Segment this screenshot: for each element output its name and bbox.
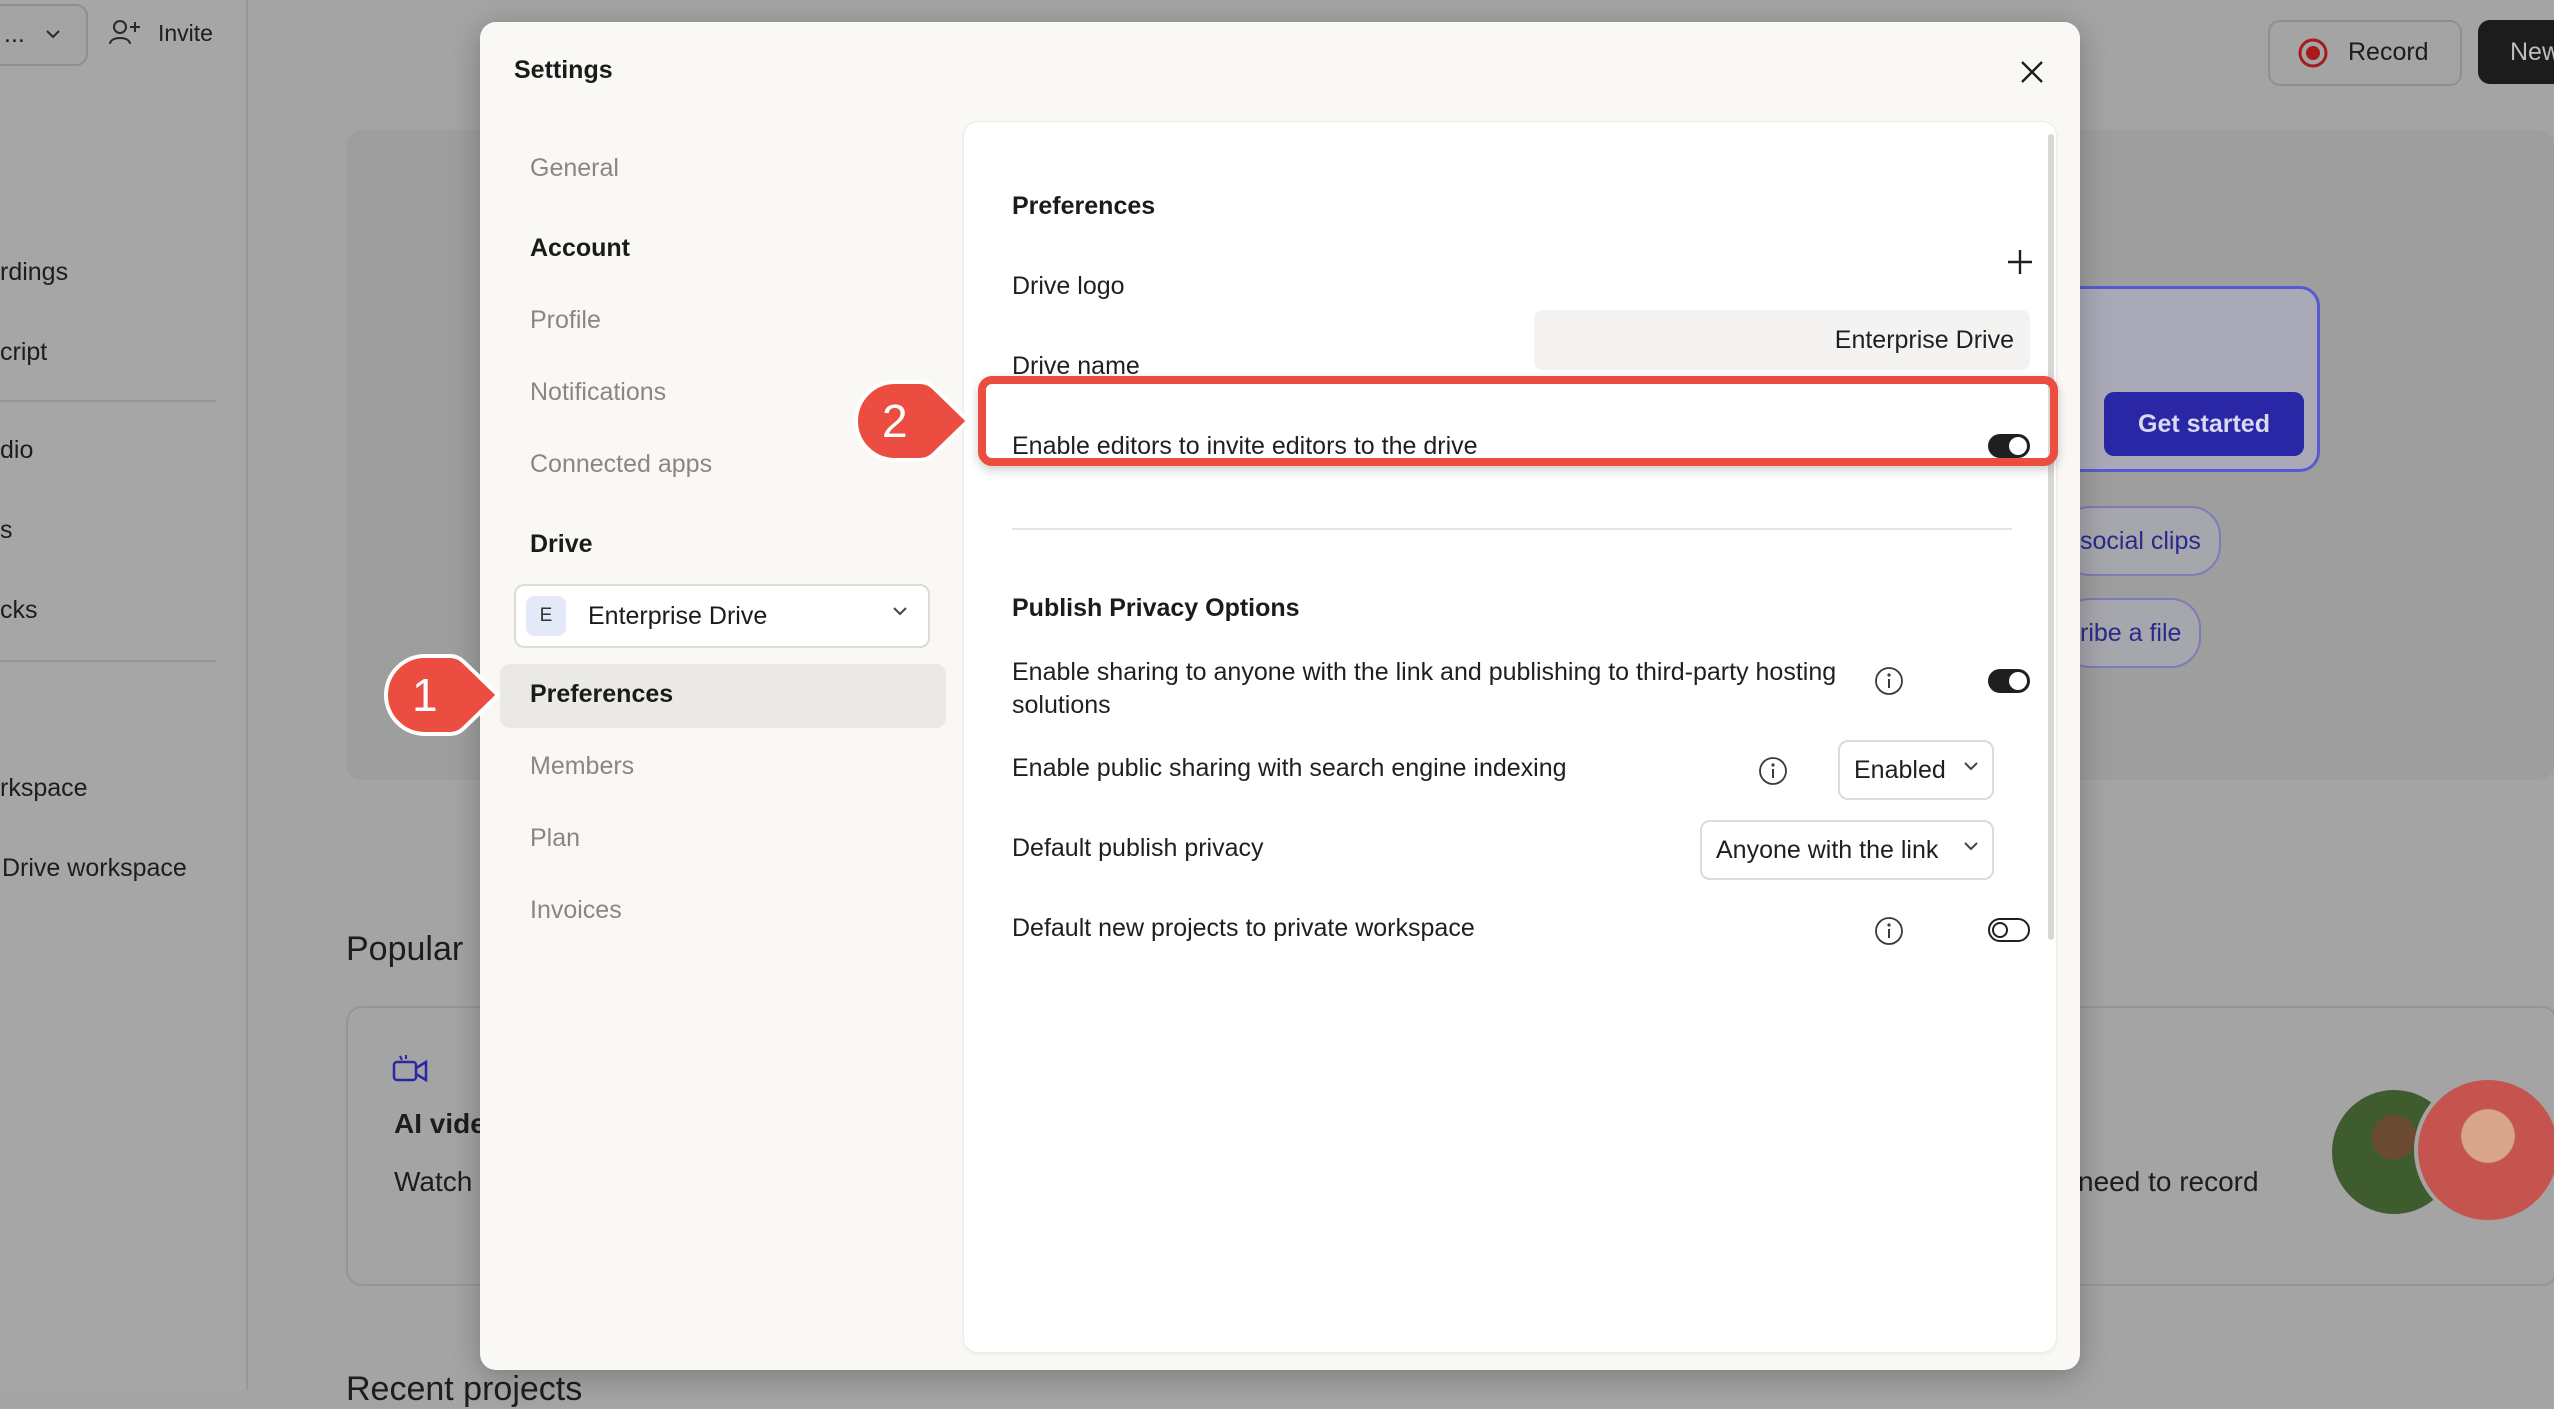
close-icon [2021,61,2043,83]
chevron-down-icon [893,607,907,616]
nav-notifications[interactable]: Notifications [530,378,666,407]
nav-members[interactable]: Members [530,752,634,781]
sidebar-item-transcript[interactable]: cript [0,338,47,367]
search-indexing-label: Enable public sharing with search engine… [1012,754,1567,782]
nav-account-heading: Account [530,234,630,262]
plus-icon [2008,250,2032,274]
drive-selector[interactable]: E Enterprise Drive [514,584,930,648]
nav-drive-heading: Drive [530,530,593,558]
preferences-panel: Preferences Drive logo Drive name Enable… [964,122,2056,1352]
annotation-number-1: 1 [412,669,438,721]
sharing-link-label: Enable sharing to anyone with the link a… [1012,658,1837,719]
search-indexing-select[interactable]: Enabled [1838,740,1994,800]
info-icon[interactable] [1874,916,1904,946]
info-icon[interactable] [1874,666,1904,696]
settings-modal: Settings General Account Profile Notific… [480,22,2080,1370]
section-divider [1012,528,2012,530]
add-user-icon [109,20,140,45]
drive-selector-label: Enterprise Drive [588,601,768,630]
search-indexing-value: Enabled [1854,755,1946,784]
sidebar-item-workspace[interactable]: rkspace [0,774,88,803]
nav-profile[interactable]: Profile [530,306,601,335]
default-privacy-value: Anyone with the link [1716,835,1939,864]
sidebar-item-s[interactable]: s [0,516,13,545]
invite-button[interactable]: Invite [108,14,228,54]
nav-plan[interactable]: Plan [530,824,580,853]
drive-logo-label: Drive logo [1012,272,1125,300]
background-sidebar [0,0,248,1390]
workspace-switcher-label: ... [4,20,25,48]
annotation-marker-2 [854,380,971,462]
avatar [2414,1076,2554,1224]
record-button[interactable]: Record [2268,20,2462,86]
publish-privacy-heading: Publish Privacy Options [1012,594,1300,622]
private-workspace-label: Default new projects to private workspac… [1012,914,1475,942]
chevron-down-icon [1964,842,1978,851]
chip-transcribe-file[interactable]: ribe a file [2060,598,2202,668]
annotation-number-2: 2 [882,395,908,447]
default-privacy-select[interactable]: Anyone with the link [1700,820,1994,880]
drive-badge: E [526,596,566,636]
preferences-heading: Preferences [1012,192,1156,220]
private-workspace-toggle[interactable] [1988,918,2030,942]
card-title: AI vide [394,1108,486,1139]
sidebar-item-drive-workspace[interactable]: Drive workspace [2,854,187,883]
popular-heading: Popular [346,930,464,968]
sidebar-item-tracks[interactable]: cks [0,596,38,625]
nav-general[interactable]: General [530,154,619,183]
sidebar-item-studio[interactable]: dio [0,436,33,465]
new-label: New [2510,38,2554,66]
drive-name-input[interactable] [1534,310,2030,370]
ai-video-icon [392,1055,428,1083]
sidebar-item-recordings[interactable]: rdings [0,258,68,287]
workspace-switcher[interactable]: ... [0,4,88,66]
chip-social-clips[interactable]: social clips [2060,506,2221,576]
record-label: Record [2348,38,2429,66]
chevron-down-icon [1964,762,1978,771]
chevron-down-icon [46,30,60,39]
new-button[interactable]: New [2478,20,2554,84]
sharing-link-toggle[interactable] [1988,669,2030,693]
card-right-text: need to record [2078,1166,2259,1197]
record-icon [2298,38,2328,68]
info-icon[interactable] [1758,756,1788,786]
panel-scrollbar[interactable] [2048,134,2054,940]
sidebar-divider-2 [0,660,216,662]
annotation-marker-1 [384,654,501,736]
modal-title: Settings [514,56,613,84]
close-button[interactable] [2010,50,2054,94]
annotation-highlight-box [978,376,2058,466]
nav-connected-apps[interactable]: Connected apps [530,450,712,479]
add-logo-button[interactable] [2000,242,2040,282]
card-description: Watch [394,1166,473,1197]
nav-invoices[interactable]: Invoices [530,896,622,925]
nav-preferences[interactable]: Preferences [530,680,673,709]
default-privacy-label: Default publish privacy [1012,834,1264,862]
sidebar-divider [0,400,216,402]
invite-label: Invite [158,20,213,46]
get-started-button[interactable]: Get started [2104,392,2304,456]
